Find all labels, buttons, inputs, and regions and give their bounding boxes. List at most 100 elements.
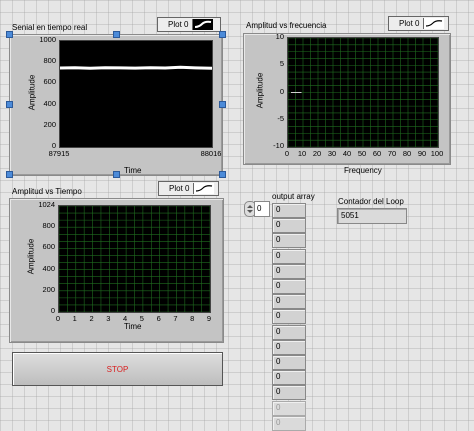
array-element[interactable]: 0: [272, 248, 306, 264]
graph3-y-tick-label: 600: [42, 242, 55, 252]
graph3-y-tick-label: 1024: [38, 200, 55, 209]
array-element[interactable]: 0: [272, 233, 306, 249]
graph2-y-axis-title: Amplitude: [255, 72, 265, 109]
graph3-x-axis-title: Time: [124, 322, 142, 331]
graph2-y-tick-label: 5: [279, 59, 284, 69]
graph1-y-tick-label: 400: [43, 98, 56, 108]
selection-handle[interactable]: [219, 171, 226, 178]
stop-button[interactable]: STOP: [12, 352, 223, 386]
selection-handle[interactable]: [6, 31, 13, 38]
array-element-value: 0: [276, 357, 281, 366]
array-element[interactable]: 0: [272, 309, 306, 325]
graph3-legend[interactable]: Plot 0: [158, 181, 219, 196]
array-element-value: 0: [276, 417, 281, 427]
graph1-y-tick-label: 600: [43, 77, 56, 87]
graph2-x-axis-title: Frequency: [344, 166, 382, 175]
selection-handle[interactable]: [113, 171, 120, 178]
graph1-x-tick-label: 87915: [48, 149, 70, 158]
array-element[interactable]: 0: [272, 218, 306, 234]
graph2-x-tick-label: 100: [430, 149, 444, 158]
graph2-x-tick-label: 10: [297, 149, 307, 158]
selection-handle[interactable]: [219, 101, 226, 108]
selection-handle[interactable]: [6, 101, 13, 108]
array-element[interactable]: 0: [272, 370, 306, 386]
array-element[interactable]: 0: [272, 400, 306, 416]
graph2-x-tick-label: 60: [372, 149, 382, 158]
graph2-x-tick-label: 30: [327, 149, 337, 158]
graph3-y-tick-label: 200: [42, 284, 55, 294]
graph3-x-tick-label: 2: [89, 314, 94, 323]
array-element-value: 0: [276, 265, 281, 275]
graph2-x-tick-label: 70: [387, 149, 397, 158]
graph2-y-tick-label: -5: [277, 113, 284, 123]
loop-counter-indicator: 5051: [337, 208, 407, 224]
output-array-label: output array: [272, 192, 315, 201]
array-element-value: 0: [276, 326, 281, 336]
array-element-value: 0: [276, 372, 281, 382]
selection-handle[interactable]: [113, 31, 120, 38]
graph3-y-tick-label: 0: [50, 306, 55, 315]
graph3-x-tick-label: 7: [173, 314, 178, 323]
loop-counter-label: Contador del Loop: [338, 197, 404, 206]
array-element[interactable]: 0: [272, 385, 306, 401]
graph1-plot-area[interactable]: [59, 40, 213, 148]
array-element-value: 0: [276, 205, 281, 214]
array-element[interactable]: 0: [272, 324, 306, 340]
graph2-legend[interactable]: Plot 0: [388, 16, 449, 31]
array-element[interactable]: 0: [272, 263, 306, 279]
array-index-field[interactable]: 0: [254, 201, 270, 217]
array-element-value: 0: [276, 402, 281, 412]
graph2-y-tick-label: 0: [279, 86, 284, 96]
array-element[interactable]: 0: [272, 294, 306, 310]
graph3-y-tick-label: 400: [42, 263, 55, 273]
array-index-control[interactable]: 0: [244, 201, 270, 217]
selection-handle[interactable]: [6, 171, 13, 178]
plot-line-icon: [193, 183, 215, 194]
selection-handle[interactable]: [219, 31, 226, 38]
stop-button-label: STOP: [106, 364, 129, 374]
plot-line-icon: [192, 19, 214, 30]
graph1-y-tick-label: 200: [43, 119, 56, 129]
array-element-value: 0: [276, 250, 281, 260]
array-element-value: 0: [276, 341, 281, 351]
graph2-y-tick-label: -10: [273, 141, 284, 150]
array-element[interactable]: 0: [272, 415, 306, 431]
array-element-value: 0: [276, 311, 281, 321]
array-element[interactable]: 0: [272, 355, 306, 370]
graph1-x-axis-title: Time: [124, 166, 142, 175]
plot-line-icon: [423, 18, 445, 29]
graph1-title: Senial en tiempo real: [12, 23, 88, 32]
graph2-x-tick-label: 0: [284, 149, 290, 158]
graph2-x-tick-label: 90: [417, 149, 427, 158]
graph3-legend-label: Plot 0: [169, 184, 190, 193]
graph3-x-tick-label: 0: [55, 314, 61, 323]
graph2-x-tick-label: 50: [357, 149, 367, 158]
array-element[interactable]: 0: [272, 279, 306, 294]
graph3-title: Amplitud vs Tiempo: [12, 187, 82, 196]
graph2-plot-area[interactable]: [287, 37, 439, 148]
graph1-y-tick-label: 1000: [39, 35, 56, 44]
array-element-value: 0: [276, 387, 281, 397]
graph3-x-tick-label: 1: [72, 314, 77, 323]
graph2-x-tick-label: 80: [402, 149, 412, 158]
array-element-value: 0: [276, 220, 281, 230]
graph1-x-tick-label: 88016: [200, 149, 222, 158]
graph3-x-tick-label: 9: [206, 314, 212, 323]
array-element-value: 0: [276, 235, 281, 245]
loop-counter-value: 5051: [341, 211, 359, 220]
graph2-y-tick-label: 10: [275, 32, 284, 41]
graph1-legend[interactable]: Plot 0: [157, 17, 221, 32]
graph2-legend-label: Plot 0: [399, 19, 420, 28]
graph1-y-axis-title: Amplitude: [27, 74, 37, 111]
graph3-x-tick-label: 3: [106, 314, 111, 323]
graph1-y-tick-label: 800: [43, 56, 56, 66]
array-element[interactable]: 0: [272, 203, 306, 218]
array-element[interactable]: 0: [272, 339, 306, 355]
graph1-legend-label: Plot 0: [168, 20, 189, 29]
graph3-y-axis-title: Amplitude: [26, 238, 36, 275]
graph3-plot-area[interactable]: [58, 205, 211, 313]
graph2-x-tick-label: 40: [342, 149, 352, 158]
array-element-value: 0: [276, 296, 281, 306]
graph1-series-line: [60, 65, 212, 70]
graph2-x-tick-label: 20: [312, 149, 322, 158]
